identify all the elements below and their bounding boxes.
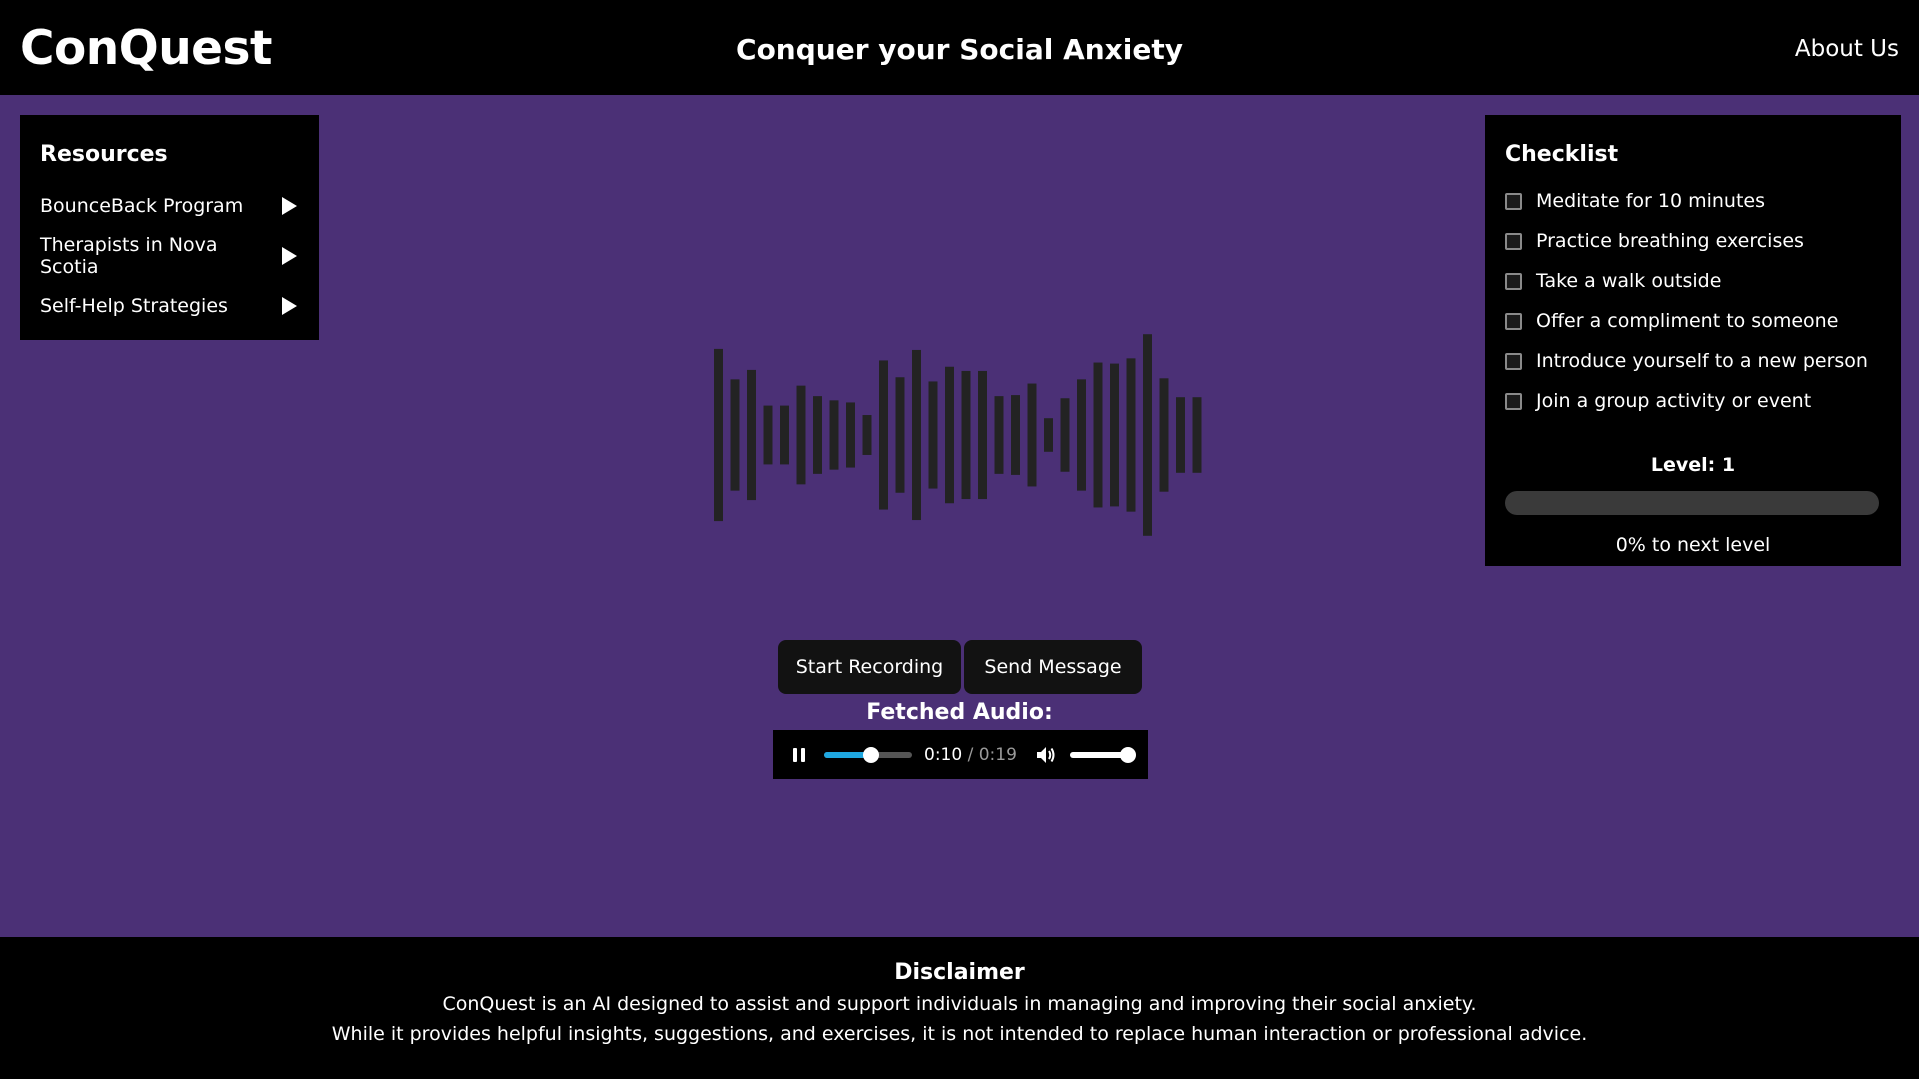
play-arrow-icon[interactable] [282,247,297,265]
waveform-bar [945,366,954,504]
resource-item-self-help[interactable]: Self-Help Strategies [40,281,299,331]
disclaimer-text: While it provides helpful insights, sugg… [331,1023,1588,1045]
checklist-item-label: Introduce yourself to a new person [1536,350,1868,372]
checklist-title: Checklist [1505,142,1619,167]
waveform-bar [1044,418,1053,452]
waveform-bar [1011,395,1020,475]
level-progress-text: 0% to next level [1615,534,1771,556]
start-recording-button[interactable]: Start Recording [778,640,961,694]
volume-slider[interactable] [1069,746,1136,763]
waveform-bar [1176,397,1185,473]
recording-controls: Start Recording Send Message [778,640,1142,694]
checkbox[interactable] [1505,312,1522,330]
playback-time: 0:10 / 0:19 [924,745,1017,765]
checklist-item-label: Take a walk outside [1536,270,1722,292]
resource-item-bounceback[interactable]: BounceBack Program [40,181,299,231]
checklist-item-label: Meditate for 10 minutes [1536,190,1765,212]
waveform-bar [813,396,822,474]
waveform-bar [747,369,756,501]
checklist-panel: Checklist Meditate for 10 minutes Practi… [1485,115,1901,566]
current-time: 0:10 [924,744,963,765]
checklist-item-label: Offer a compliment to someone [1536,310,1839,332]
checklist-item[interactable]: Take a walk outside [1505,261,1881,301]
waveform-bar [730,379,740,491]
waveform-bar [895,377,905,493]
checkbox[interactable] [1505,232,1522,250]
checkbox[interactable] [1505,192,1522,210]
level-label: Level: 1 [1650,454,1736,476]
volume-handle[interactable] [1119,746,1136,763]
checklist-item-label: Join a group activity or event [1536,390,1812,412]
checkbox[interactable] [1505,272,1522,290]
audio-player: 0:10 / 0:19 [773,730,1148,779]
checklist-item[interactable]: Practice breathing exercises [1505,221,1881,261]
resource-item-label: Self-Help Strategies [40,295,228,317]
waveform-bar [1060,398,1070,472]
resources-title: Resources [40,142,168,167]
checklist-item[interactable]: Introduce yourself to a new person [1505,341,1881,381]
waveform-bar [862,415,872,455]
seek-slider[interactable] [824,746,912,763]
waveform-bar [1126,358,1136,512]
resource-item-label: Therapists in Nova Scotia [40,234,218,278]
play-arrow-icon[interactable] [282,297,297,315]
waveform-bar [961,370,971,500]
waveform-bar [928,381,938,489]
waveform-bar [846,402,855,468]
waveform-bar [1093,362,1103,508]
waveform-bar [1110,363,1119,507]
resource-item-label: BounceBack Program [40,195,244,217]
waveform-bar [763,405,773,465]
waveform-bar [978,370,987,500]
checklist-item-label: Practice breathing exercises [1536,230,1804,252]
disclaimer-title: Disclaimer [894,960,1025,985]
top-bar: ConQuest Conquer your Social Anxiety Abo… [0,0,1919,95]
disclaimer-text: ConQuest is an AI designed to assist and… [442,993,1477,1015]
play-arrow-icon[interactable] [282,197,297,215]
waveform-bar [796,385,806,485]
about-us-link[interactable]: About Us [1795,32,1899,66]
duration: 0:19 [978,744,1017,765]
checklist-item[interactable]: Join a group activity or event [1505,381,1881,421]
checklist-item[interactable]: Offer a compliment to someone [1505,301,1881,341]
waveform-bar [1077,379,1086,491]
waveform-bar [1159,378,1169,492]
checklist-item[interactable]: Meditate for 10 minutes [1505,181,1881,221]
waveform-bar [994,396,1004,474]
seek-handle[interactable] [862,746,879,763]
waveform-bar [1027,383,1037,487]
send-message-button[interactable]: Send Message [964,640,1142,694]
resources-panel: Resources BounceBack Program Therapists … [20,115,319,340]
resource-item-therapists[interactable]: Therapists in Nova Scotia [40,231,299,281]
waveform-bar [912,349,921,521]
page-title: Conquer your Social Anxiety [736,33,1183,66]
checkbox[interactable] [1505,352,1522,370]
audio-waveform [714,334,1202,536]
waveform-bar [1143,334,1152,536]
waveform-bar [780,405,789,465]
waveform-bar [879,360,888,510]
waveform-bar [714,348,723,522]
level-progress-bar [1505,491,1879,515]
volume-icon[interactable] [1036,746,1056,764]
waveform-bar [829,400,839,470]
time-separator: / [962,744,979,765]
checkbox[interactable] [1505,392,1522,410]
footer: Disclaimer ConQuest is an AI designed to… [0,937,1919,1079]
waveform-bar [1192,397,1202,473]
pause-icon[interactable] [793,747,805,762]
fetched-audio-label: Fetched Audio: [866,700,1053,725]
